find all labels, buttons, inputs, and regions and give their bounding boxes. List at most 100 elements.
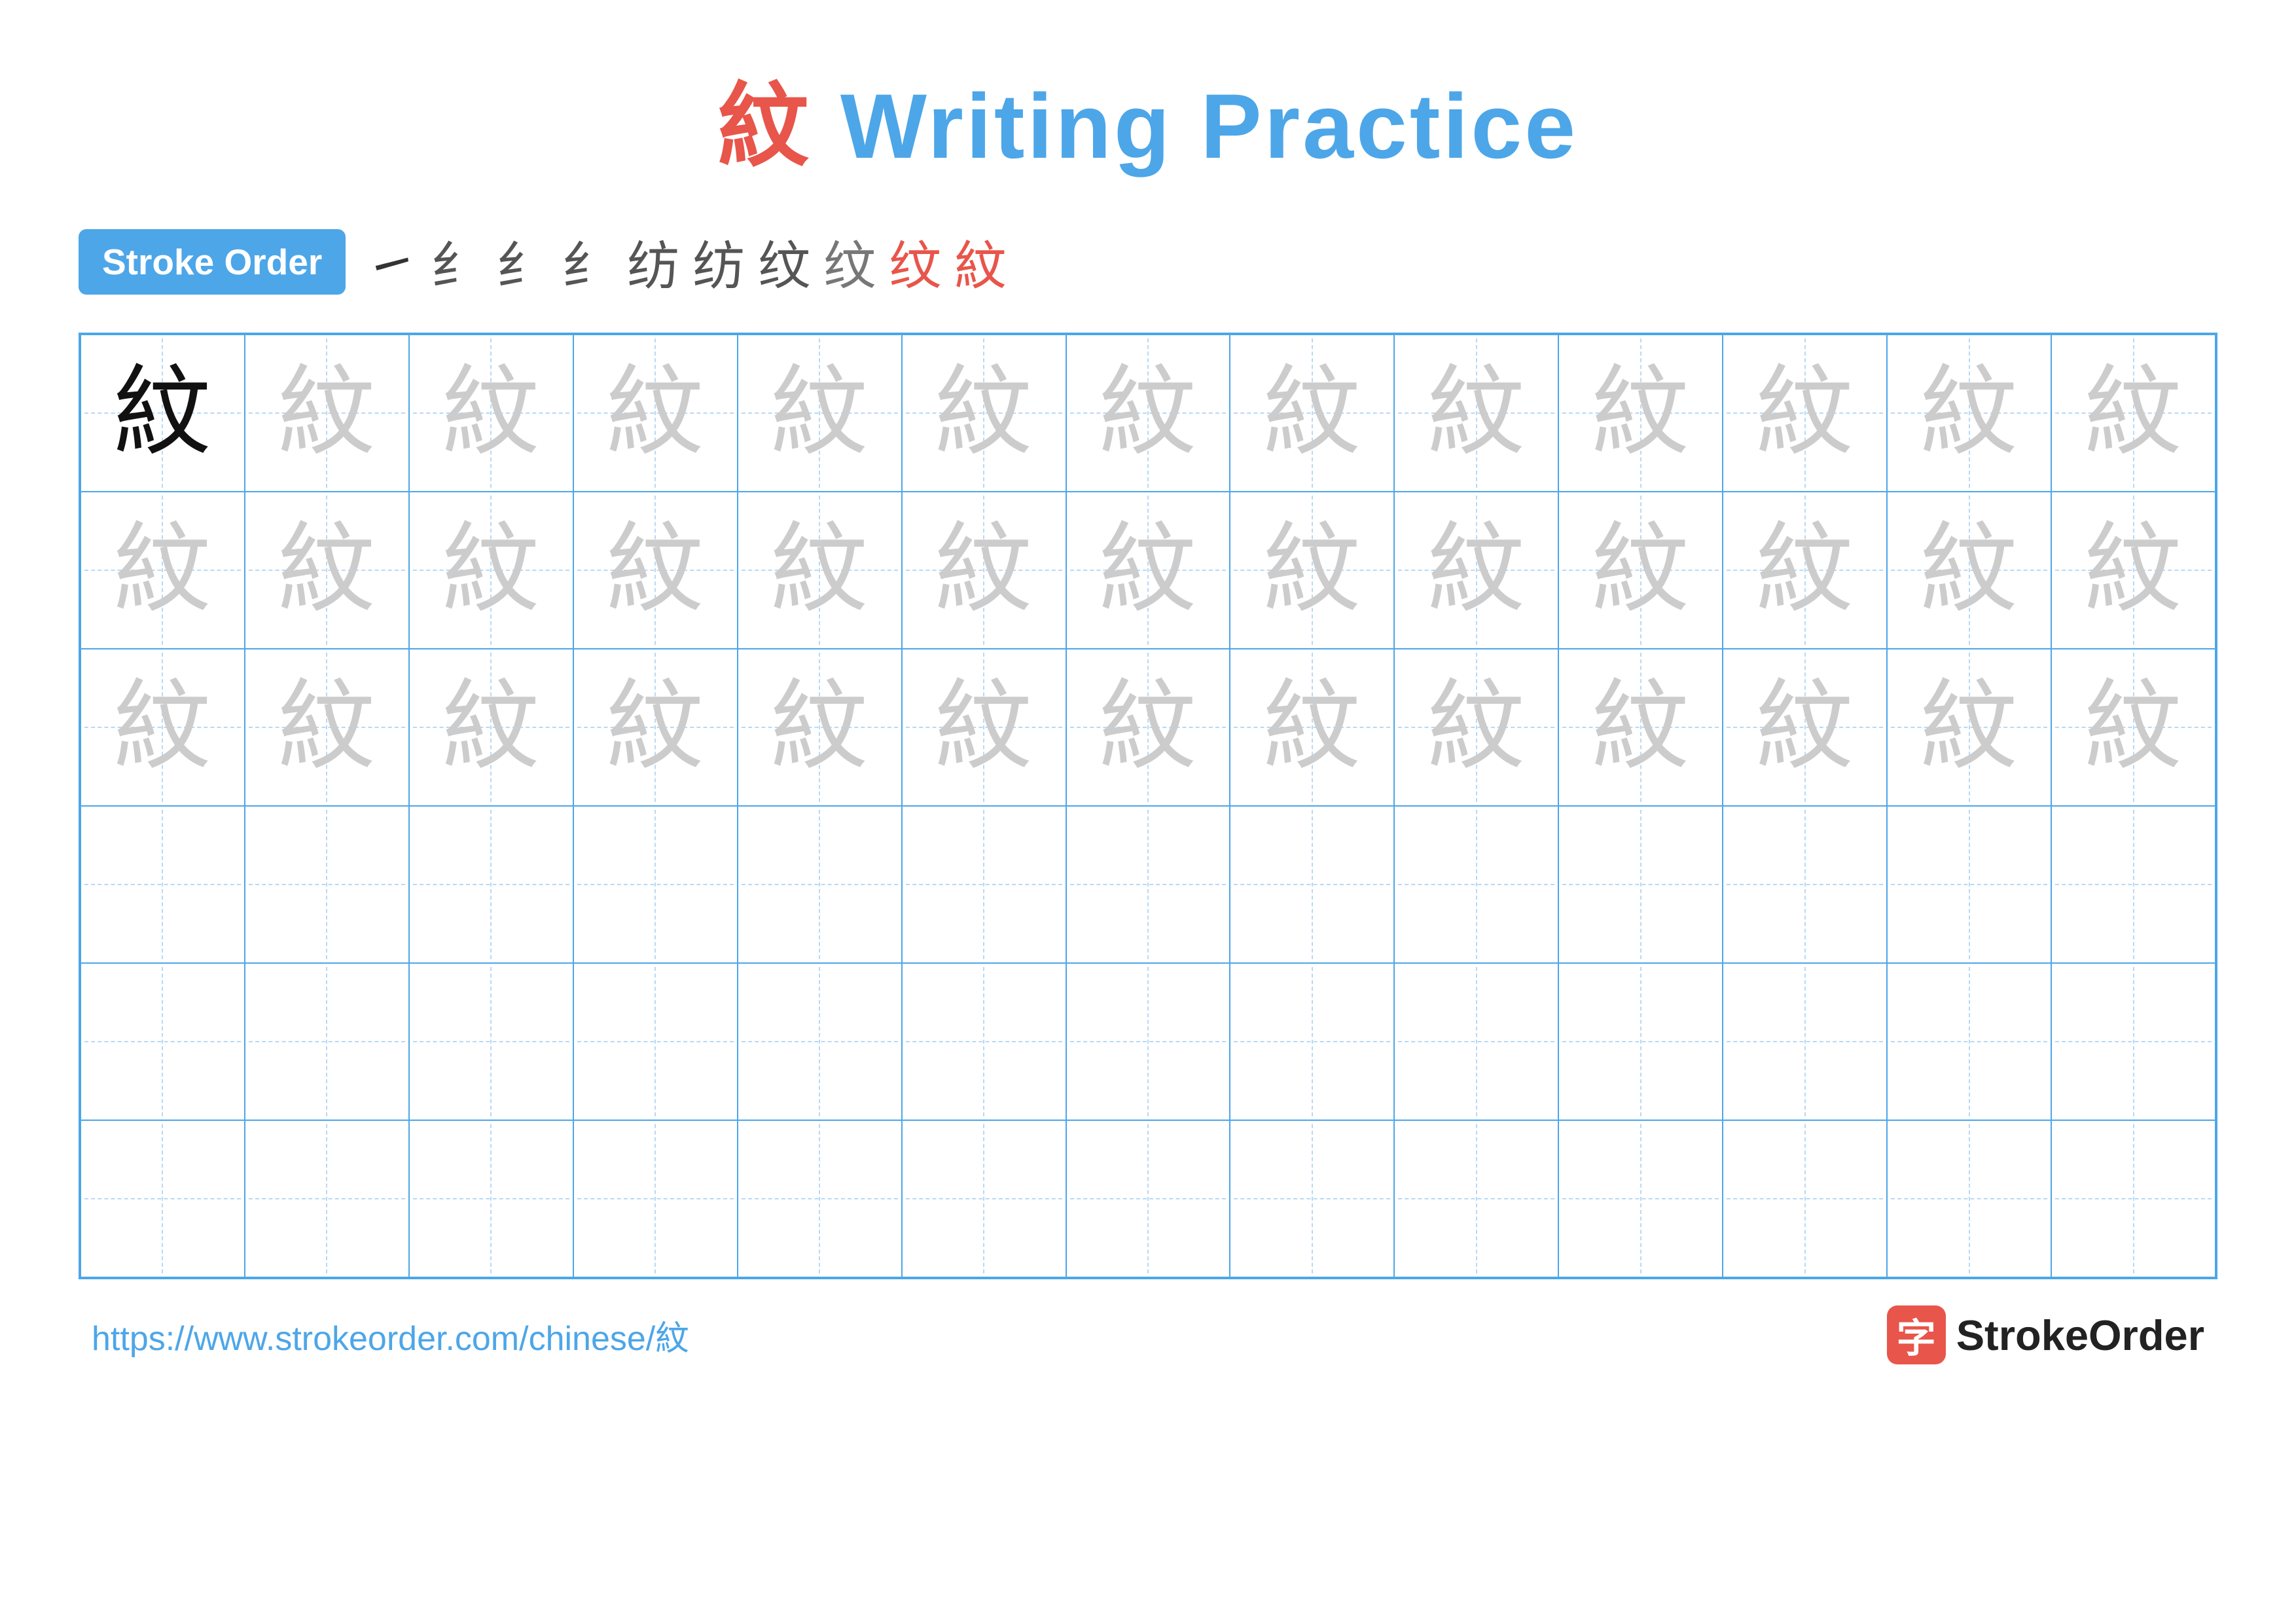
stroke-step-8: 纹 [823,224,876,300]
practice-char: 紋 [442,359,540,467]
stroke-order-badge: Stroke Order [79,229,346,295]
practice-char: 紋 [935,673,1033,782]
practice-char: 紋 [442,516,540,625]
grid-cell [409,963,573,1120]
practice-char: 紋 [1263,359,1361,467]
grid-cell: 紋 [245,335,409,492]
grid-cell: 紋 [81,649,245,806]
grid-cell [573,1120,738,1277]
title-chinese: 紋 [718,75,812,177]
grid-row-5 [81,963,2215,1120]
grid-row-3: 紋 紋 紋 紋 紋 紋 紋 紋 紋 紋 紋 紋 紋 [81,649,2215,806]
grid-cell [1230,1120,1394,1277]
grid-cell: 紋 [2051,335,2215,492]
grid-cell: 紋 [1230,492,1394,649]
grid-cell [1394,806,1558,963]
practice-char: 紋 [278,359,376,467]
grid-cell: 紋 [2051,492,2215,649]
stroke-step-9: 纹 [889,224,941,300]
grid-cell: 紋 [1887,335,2051,492]
stroke-step-2: 纟 [431,224,483,300]
grid-cell: 紋 [81,492,245,649]
practice-char: 紋 [113,359,211,467]
grid-cell [81,806,245,963]
grid-cell: 紋 [1558,492,1723,649]
title-text: Writing Practice [812,75,1578,177]
practice-char: 紋 [606,516,704,625]
practice-char: 紋 [1920,359,2018,467]
grid-cell [738,963,902,1120]
stroke-sequence: ㇀ 纟 纟 纟 纺 纺 纹 纹 纹 紋 [365,224,1007,300]
stroke-step-4: 纟 [562,224,614,300]
stroke-step-6: 纺 [692,224,745,300]
grid-cell: 紋 [1066,335,1230,492]
grid-cell [1723,806,1887,963]
practice-char: 紋 [770,516,869,625]
grid-cell [1558,1120,1723,1277]
stroke-order-row: Stroke Order ㇀ 纟 纟 纟 纺 纺 纹 纹 纹 紋 [79,224,2217,300]
grid-cell: 紋 [738,649,902,806]
grid-cell: 紋 [1887,492,2051,649]
grid-cell [2051,806,2215,963]
practice-char: 紋 [606,359,704,467]
practice-char: 紋 [1592,673,1690,782]
practice-char: 紋 [1099,516,1197,625]
practice-char: 紋 [935,516,1033,625]
grid-cell [902,963,1066,1120]
grid-cell [573,963,738,1120]
grid-cell: 紋 [573,335,738,492]
practice-char: 紋 [1263,673,1361,782]
grid-table: 紋 紋 紋 紋 紋 紋 紋 紋 紋 紋 紋 紋 紋 紋 紋 紋 紋 [80,334,2216,1278]
grid-cell [1723,963,1887,1120]
practice-char: 紋 [2085,673,2183,782]
grid-cell: 紋 [1558,335,1723,492]
logo-text: StrokeOrder [1956,1311,2204,1360]
grid-row-2: 紋 紋 紋 紋 紋 紋 紋 紋 紋 紋 紋 紋 紋 [81,492,2215,649]
practice-char: 紋 [442,673,540,782]
grid-cell: 紋 [902,492,1066,649]
grid-cell [1887,963,2051,1120]
grid-cell: 紋 [245,492,409,649]
grid-cell: 紋 [902,335,1066,492]
grid-cell [1230,806,1394,963]
grid-cell [2051,963,2215,1120]
grid-cell [1066,806,1230,963]
practice-char: 紋 [113,673,211,782]
practice-char: 紋 [1920,673,2018,782]
practice-char: 紋 [1263,516,1361,625]
practice-char: 紋 [1920,516,2018,625]
grid-cell: 紋 [1558,649,1723,806]
grid-cell: 紋 [1230,335,1394,492]
footer-logo: 字 StrokeOrder [1887,1305,2204,1364]
grid-cell [573,806,738,963]
grid-cell [245,1120,409,1277]
grid-cell [409,806,573,963]
grid-cell [1230,963,1394,1120]
practice-char: 紋 [1592,359,1690,467]
practice-char: 紋 [1756,359,1854,467]
practice-char: 紋 [1427,359,1526,467]
grid-cell [1394,1120,1558,1277]
grid-cell [2051,1120,2215,1277]
grid-cell [738,806,902,963]
practice-char: 紋 [2085,359,2183,467]
grid-row-1: 紋 紋 紋 紋 紋 紋 紋 紋 紋 紋 紋 紋 紋 [81,335,2215,492]
stroke-step-10: 紋 [954,224,1007,300]
practice-char: 紋 [606,673,704,782]
grid-cell: 紋 [81,335,245,492]
practice-char: 紋 [2085,516,2183,625]
stroke-step-3: 纟 [496,224,548,300]
practice-char: 紋 [770,673,869,782]
grid-cell [81,1120,245,1277]
grid-cell [245,806,409,963]
grid-cell [1558,963,1723,1120]
page-title: 紋 Writing Practice [718,52,1578,185]
grid-cell [1066,963,1230,1120]
grid-cell [902,1120,1066,1277]
grid-cell: 紋 [1394,492,1558,649]
grid-cell: 紋 [738,492,902,649]
grid-cell: 紋 [1394,649,1558,806]
practice-char: 紋 [1756,516,1854,625]
footer: https://www.strokeorder.com/chinese/紋 字 … [79,1305,2217,1364]
grid-cell [1887,1120,2051,1277]
